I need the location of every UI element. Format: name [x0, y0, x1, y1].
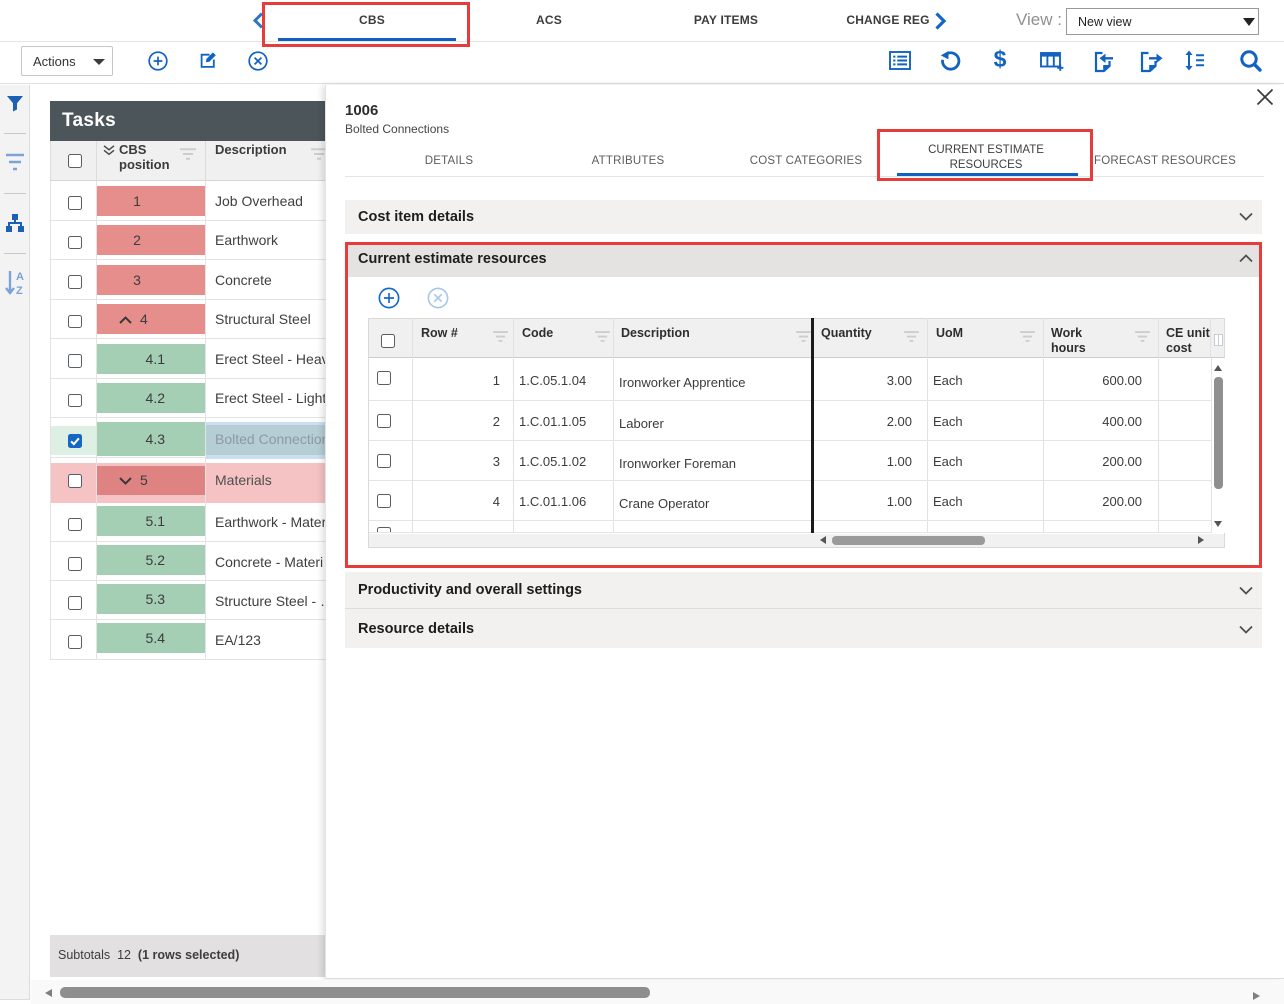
svg-text:Z: Z	[16, 285, 23, 296]
svg-text:A: A	[16, 271, 24, 283]
